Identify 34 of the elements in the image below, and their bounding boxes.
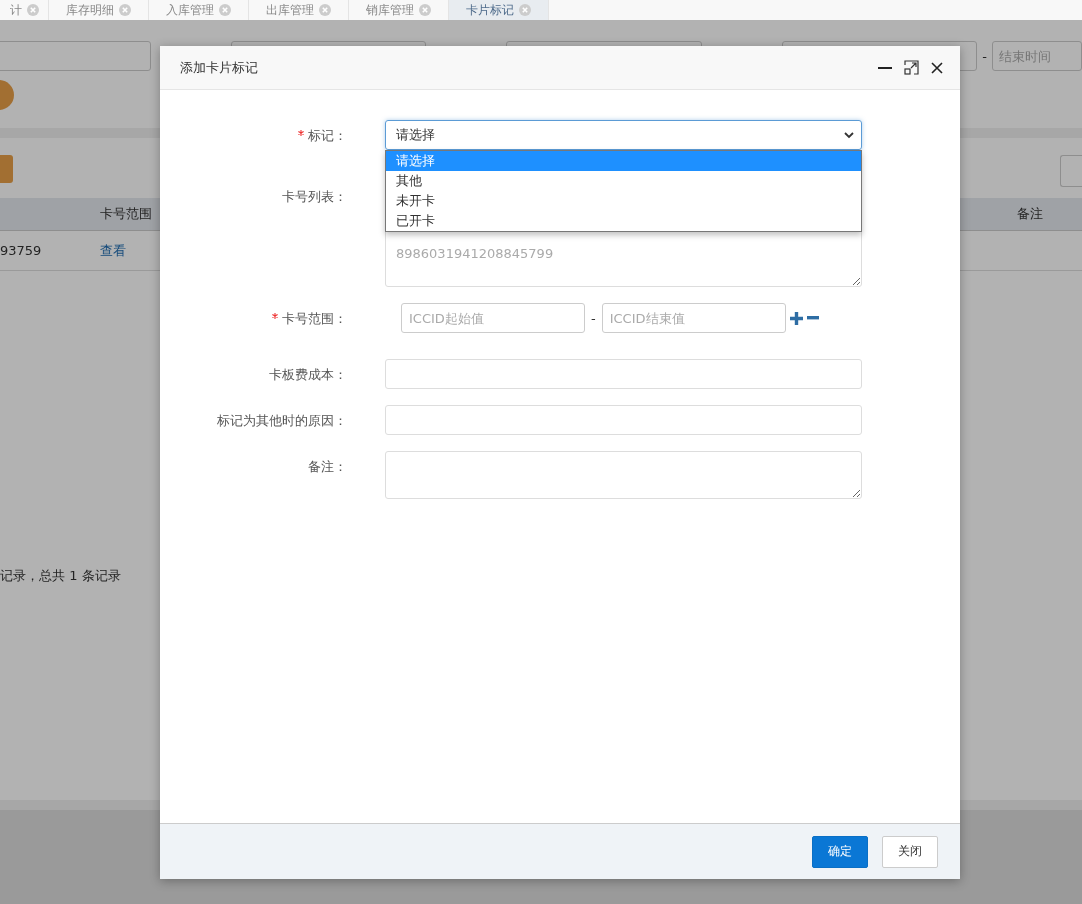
close-icon[interactable] — [931, 61, 943, 74]
column-header: 备注 — [1017, 205, 1043, 223]
text-field[interactable] — [385, 405, 862, 435]
column-header: 卡号范围 — [100, 205, 152, 223]
end-time-field[interactable]: 结束时间 — [992, 41, 1082, 71]
field-label: 卡号范围： — [282, 311, 347, 326]
dropdown-option[interactable]: 已开卡 — [386, 211, 861, 231]
field-label: 标记： — [308, 128, 347, 143]
view-link[interactable]: 查看 — [100, 241, 126, 260]
dropdown-option[interactable]: 未开卡 — [386, 191, 861, 211]
range-separator: - — [982, 48, 987, 64]
iccid-end-field[interactable]: ICCID结束值 — [601, 303, 786, 333]
maximize-icon[interactable] — [904, 60, 919, 75]
table-cell: 93759 — [0, 243, 42, 258]
close-button[interactable]: 关闭 — [882, 835, 938, 868]
dropdown-option[interactable]: 其他 — [386, 171, 861, 191]
field-label: 卡板费成本： — [269, 367, 347, 382]
minus-icon[interactable] — [806, 316, 819, 320]
dropdown-option[interactable]: 请选择 — [386, 151, 861, 171]
search-field[interactable] — [0, 41, 151, 71]
select-field[interactable]: 请选择 — [385, 120, 862, 150]
iccid-start-field[interactable]: ICCID起始值 — [401, 303, 585, 333]
dialog-title: 添加卡片标记 — [180, 58, 258, 77]
confirm-button[interactable]: 确定 — [812, 835, 868, 868]
text-field[interactable] — [385, 359, 862, 389]
pagination-summary: 记录，总共 1 条记录 — [0, 567, 122, 585]
chevron-down-icon — [844, 131, 854, 139]
range-separator: - — [591, 310, 596, 326]
remark-field[interactable] — [385, 451, 862, 499]
plus-icon[interactable] — [789, 311, 803, 325]
field-label: 备注： — [308, 459, 347, 474]
tab[interactable]: 卡片标记 — [449, 0, 549, 20]
field-label: 标记为其他时的原因： — [217, 413, 347, 428]
field-label: 卡号列表： — [282, 189, 347, 204]
